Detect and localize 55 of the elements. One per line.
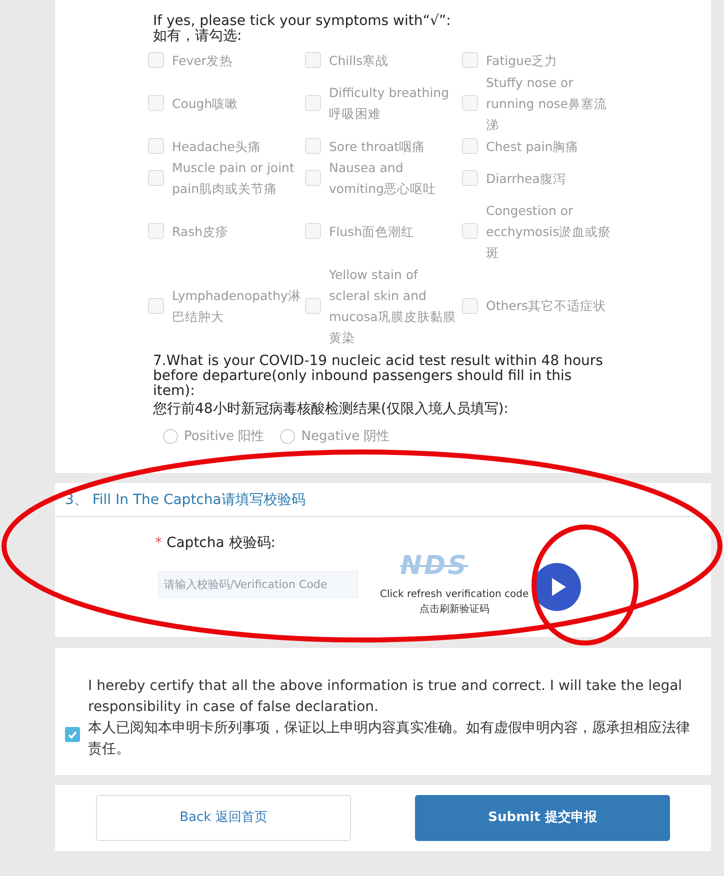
checkbox-label: Cough咳嗽 xyxy=(172,94,240,113)
checkbox[interactable] xyxy=(65,727,80,742)
checkbox-label: Fatigue乏力 xyxy=(486,52,559,70)
checkbox[interactable] xyxy=(462,138,478,154)
radio-label: Negative 阴性 xyxy=(301,428,390,446)
question-text: 如有，请勾选: xyxy=(153,28,242,44)
checkbox[interactable] xyxy=(462,52,478,68)
checkbox[interactable] xyxy=(148,170,164,186)
radio-label: Positive 阳性 xyxy=(184,428,264,446)
checkbox-label: Chest pain胸痛 xyxy=(486,138,580,156)
checkbox-label: Difficulty breathing呼吸困难 xyxy=(329,84,450,124)
checkbox-label: Chills寒战 xyxy=(329,52,390,70)
checkbox[interactable] xyxy=(148,95,164,112)
checkbox-label: Fever发热 xyxy=(172,52,234,70)
checkbox[interactable] xyxy=(148,52,164,68)
captcha-field[interactable]: 请输入校验码/Verification Code xyxy=(158,571,358,598)
required-mark: * xyxy=(155,535,162,551)
radio-button[interactable] xyxy=(163,429,178,444)
checkbox[interactable] xyxy=(462,223,478,240)
checkbox[interactable] xyxy=(148,138,164,154)
checkbox[interactable] xyxy=(305,52,321,68)
back-button[interactable]: Back 返回首页 xyxy=(96,795,351,841)
checkbox[interactable] xyxy=(462,95,478,112)
question-text: If yes, please tick your symptoms with“√”: xyxy=(153,14,452,29)
checkbox-label: Lymphadenopathy淋巴结肿大 xyxy=(172,286,302,326)
captcha-image: NDS xyxy=(400,553,468,579)
checkbox[interactable] xyxy=(305,95,321,112)
question-text: 7.What is your COVID-19 nucleic acid test result within 48 hours before departure(only inbound passengers should fill in this item): xyxy=(153,354,604,398)
checkbox[interactable] xyxy=(305,223,321,240)
checkbox-label: Diarrhea腹泻 xyxy=(486,170,567,188)
checkbox-label: Rash皮疹 xyxy=(172,222,230,241)
checkbox-label: Nausea and vomiting恶心呕吐 xyxy=(329,159,437,198)
checkbox[interactable] xyxy=(148,298,164,314)
checkbox-label: Stuffy nose or running nose鼻塞流涕 xyxy=(486,74,608,134)
checkbox[interactable] xyxy=(462,298,478,314)
checkbox-label: Sore throat咽痛 xyxy=(329,138,426,156)
submit-button[interactable]: Submit 提交申报 xyxy=(415,795,670,841)
checkbox[interactable] xyxy=(305,138,321,154)
radio-button[interactable] xyxy=(280,429,296,444)
refresh-hint: 点击刷新验证码 xyxy=(418,602,490,616)
checkbox[interactable] xyxy=(305,298,321,314)
field-label: Captcha 校验码: xyxy=(166,535,276,551)
checkbox-label: Yellow stain of scleral skin and mucosa巩膜皮肤黏膜黄染 xyxy=(329,266,457,347)
checkbox[interactable] xyxy=(462,170,478,186)
certification-text: 本人已阅知本申明卡所列事项，保证以上申明内容真实准确。如有虚假申明内容，愿承担相应法律责任。 xyxy=(88,718,691,758)
checkbox-label: Others其它不适症状 xyxy=(486,297,608,316)
checkbox-label: Flush面色潮红 xyxy=(329,222,416,241)
checkbox[interactable] xyxy=(148,223,164,240)
certification-text: I hereby certify that all the above information is true and correct. I will take the legal responsibility in case of false declaration. xyxy=(88,676,684,716)
checkbox-label: Headache头痛 xyxy=(172,138,262,156)
checkbox-label: Congestion or ecchymosis淤血或瘀斑 xyxy=(486,202,612,262)
question-text: 您行前48小时新冠病毒核酸检测结果(仅限入境人员填写): xyxy=(153,402,510,418)
refresh-hint: Click refresh verification code xyxy=(380,588,529,602)
checkbox-label: Muscle pain or joint pain肌肉或关节痛 xyxy=(172,159,296,198)
checkbox[interactable] xyxy=(305,170,321,186)
